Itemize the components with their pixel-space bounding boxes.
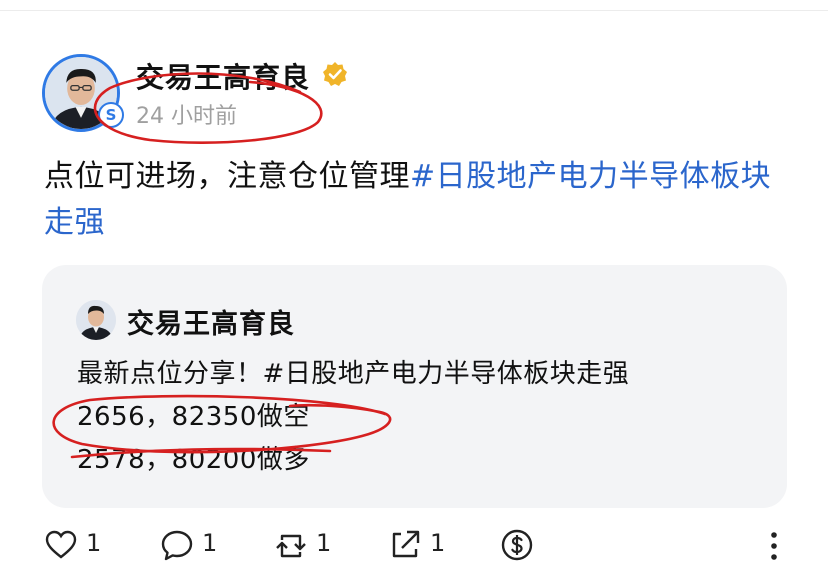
quoted-author-name[interactable]: 交易王高育良 <box>127 302 295 341</box>
quoted-text-line: 最新点位分享！#日股地产电力半导体板块走强 <box>77 359 630 389</box>
dollar-coin-icon <box>501 529 533 561</box>
quoted-avatar-portrait-icon <box>76 300 116 340</box>
quoted-author-avatar[interactable] <box>76 300 116 340</box>
action-bar: 1 1 1 1 <box>0 528 828 562</box>
account-badge-icon: S <box>98 102 124 128</box>
comment-bubble-icon <box>161 530 193 561</box>
verified-badge-icon <box>323 62 347 86</box>
quoted-short-level: 2656，82350做空 <box>77 402 310 432</box>
repost-icon <box>276 534 306 558</box>
post-card: S 交易王高育良 24 小时前 点位可进场，注意仓位管理#日股地产电力半导体板块… <box>0 0 828 562</box>
reply-button[interactable]: 1 <box>160 528 217 562</box>
post-timestamp[interactable]: 24 小时前 <box>136 98 237 130</box>
more-options-icon[interactable] <box>764 530 784 562</box>
reply-count: 1 <box>202 529 218 557</box>
share-button[interactable]: 1 <box>388 528 445 562</box>
heart-icon <box>45 530 77 559</box>
like-count: 1 <box>86 529 102 557</box>
repost-button[interactable]: 1 <box>274 528 331 562</box>
repost-count: 1 <box>316 529 332 557</box>
post-text: 点位可进场，注意仓位管理 <box>44 159 410 194</box>
quoted-long-level: 2578，80200做多 <box>77 445 310 475</box>
author-name[interactable]: 交易王高育良 <box>136 56 310 96</box>
post-body: 点位可进场，注意仓位管理#日股地产电力半导体板块走强 <box>44 154 784 246</box>
share-count: 1 <box>430 529 446 557</box>
tip-button[interactable] <box>500 528 534 562</box>
like-button[interactable]: 1 <box>44 528 101 562</box>
share-arrow-icon <box>392 530 420 558</box>
